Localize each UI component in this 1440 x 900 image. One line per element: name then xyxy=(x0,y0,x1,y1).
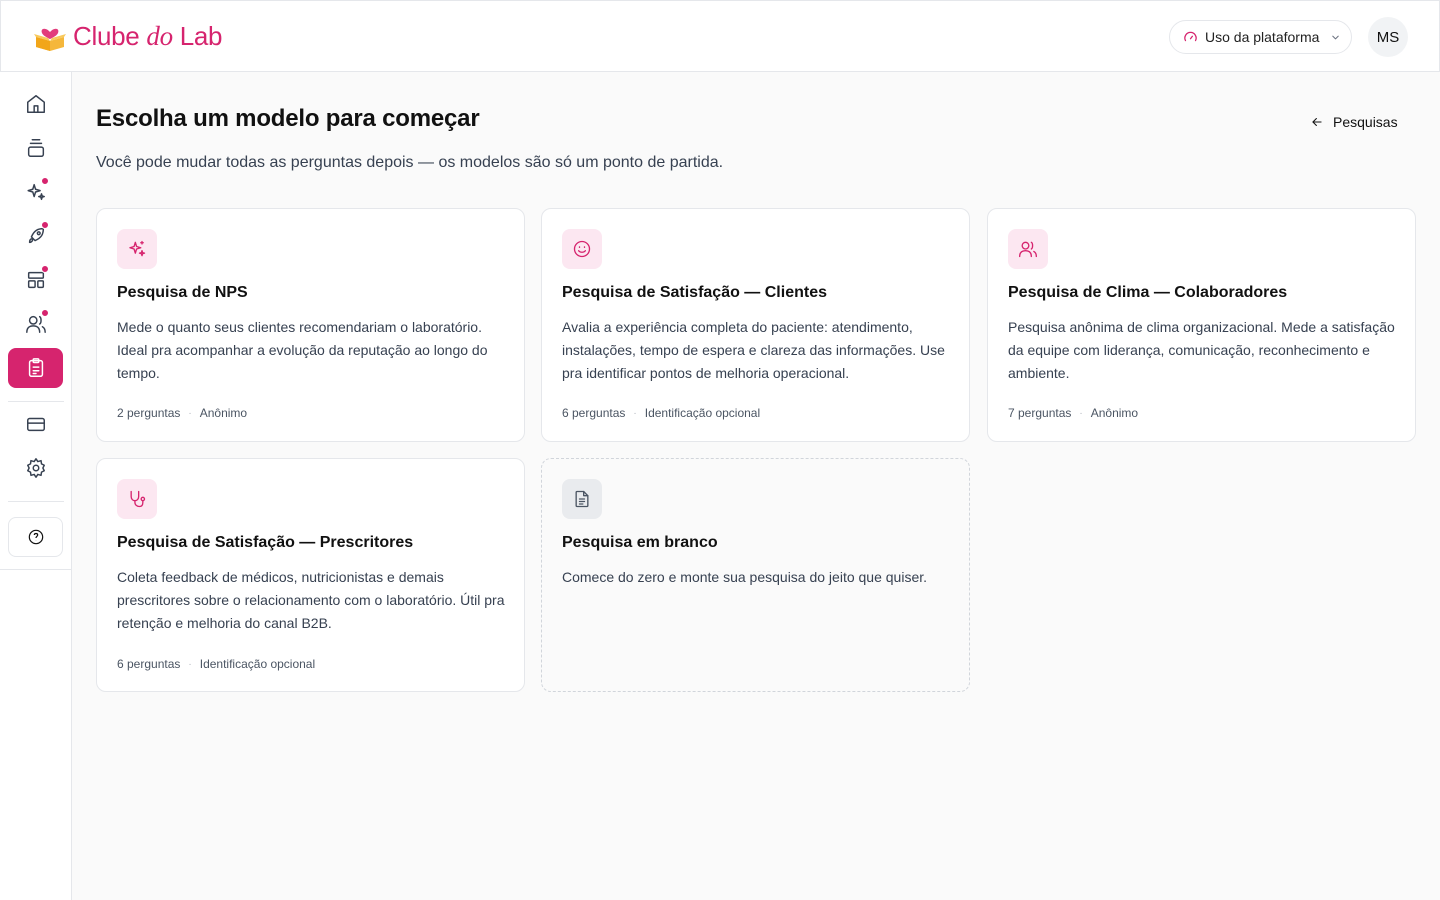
template-description: Avalia a experiência completa do pacient… xyxy=(562,319,945,381)
home-icon xyxy=(26,95,45,113)
template-description: Pesquisa anônima de clima organizacional… xyxy=(1008,319,1395,381)
credit-card-icon xyxy=(26,417,45,432)
notification-dot xyxy=(41,221,49,229)
sidebar-item-users[interactable] xyxy=(8,304,63,344)
smile-icon xyxy=(573,240,591,258)
template-title: Pesquisa de Satisfação — Clientes xyxy=(562,284,827,301)
template-icon xyxy=(117,229,157,269)
layers-icon xyxy=(27,139,44,157)
template-description: Mede o quanto seus clientes recomendaria… xyxy=(117,319,488,381)
platform-usage-button[interactable]: Uso da plataforma xyxy=(1169,20,1352,54)
sidebar-item-rocket[interactable] xyxy=(8,216,63,256)
template-description: Comece do zero e monte sua pesquisa do j… xyxy=(562,569,928,585)
privacy-label: Anônimo xyxy=(1090,406,1139,420)
meta-separator: · xyxy=(188,658,192,670)
help-button[interactable] xyxy=(8,517,63,557)
users-icon xyxy=(1019,241,1037,258)
sidebar-item-settings[interactable] xyxy=(8,448,63,488)
sidebar-divider xyxy=(8,501,64,502)
template-title: Pesquisa de Clima — Colaboradores xyxy=(1008,284,1288,301)
template-description: Coleta feedback de médicos, nutricionist… xyxy=(117,569,505,631)
notification-dot xyxy=(41,309,49,317)
sidebar-item-layout[interactable] xyxy=(8,260,63,300)
sparkles-icon xyxy=(129,240,146,257)
back-to-surveys-link[interactable]: Pesquisas xyxy=(1310,114,1398,130)
template-icon xyxy=(562,229,602,269)
sidebar-divider xyxy=(0,569,72,570)
chevron-down-icon xyxy=(1332,35,1340,39)
stethoscope-icon xyxy=(130,490,146,508)
sidebar-item-billing[interactable] xyxy=(8,404,63,444)
template-card-blank[interactable]: Pesquisa em branco Comece do zero e mont… xyxy=(541,458,970,692)
arrow-left-icon xyxy=(1312,117,1322,127)
notification-dot xyxy=(41,177,49,185)
template-icon xyxy=(1008,229,1048,269)
gauge-icon xyxy=(1184,31,1197,41)
meta-separator: · xyxy=(1079,407,1083,419)
template-meta: 2 perguntas · Anônimo xyxy=(117,406,247,420)
template-icon xyxy=(562,479,602,519)
sidebar-divider xyxy=(8,401,64,402)
privacy-label: Identificação opcional xyxy=(199,657,316,671)
template-meta: 6 perguntas · Identificação opcional xyxy=(117,657,315,671)
sidebar xyxy=(0,72,72,900)
meta-separator: · xyxy=(633,407,637,419)
sidebar-item-sparkles[interactable] xyxy=(8,172,63,212)
template-card-client-satisfaction[interactable]: Pesquisa de Satisfação — Clientes Avalia… xyxy=(541,208,970,442)
notification-dot xyxy=(41,265,49,273)
user-avatar[interactable]: MS xyxy=(1368,17,1408,57)
question-count: 6 perguntas xyxy=(562,406,626,420)
template-meta: 6 perguntas · Identificação opcional xyxy=(562,406,760,420)
gear-icon xyxy=(26,458,45,478)
sidebar-item-home[interactable] xyxy=(8,84,63,124)
sidebar-item-surveys[interactable] xyxy=(8,348,63,388)
template-card-prescribers[interactable]: Pesquisa de Satisfação — Prescritores Co… xyxy=(96,458,525,692)
template-title: Pesquisa em branco xyxy=(562,534,718,551)
privacy-label: Identificação opcional xyxy=(644,406,761,420)
privacy-label: Anônimo xyxy=(199,406,248,420)
page-title: Escolha um modelo para começar xyxy=(96,105,480,132)
template-title: Pesquisa de Satisfação — Prescritores xyxy=(117,534,414,551)
template-title: Pesquisa de NPS xyxy=(117,284,248,301)
file-text-icon xyxy=(575,490,589,508)
back-link-label: Pesquisas xyxy=(1333,114,1398,130)
page-subtitle: Você pode mudar todas as perguntas depoi… xyxy=(96,154,724,171)
template-icon xyxy=(117,479,157,519)
sidebar-item-layers[interactable] xyxy=(8,128,63,168)
template-card-nps[interactable]: Pesquisa de NPS Mede o quanto seus clien… xyxy=(96,208,525,442)
brand-logo[interactable]: Clube do Lab xyxy=(33,19,223,53)
template-meta: 7 perguntas · Anônimo xyxy=(1008,406,1138,420)
question-count: 6 perguntas xyxy=(117,657,181,671)
platform-usage-label: Uso da plataforma xyxy=(1205,29,1320,45)
box-heart-icon xyxy=(34,28,66,51)
help-circle-icon xyxy=(28,529,43,545)
question-count: 2 perguntas xyxy=(117,406,181,420)
meta-separator: · xyxy=(188,407,192,419)
template-card-climate[interactable]: Pesquisa de Clima — Colaboradores Pesqui… xyxy=(987,208,1416,442)
question-count: 7 perguntas xyxy=(1008,406,1072,420)
top-header: Clube do Lab Uso da plataforma MS xyxy=(0,0,1440,72)
clipboard-icon xyxy=(28,358,43,377)
brand-name: Clube do Lab xyxy=(73,20,223,51)
